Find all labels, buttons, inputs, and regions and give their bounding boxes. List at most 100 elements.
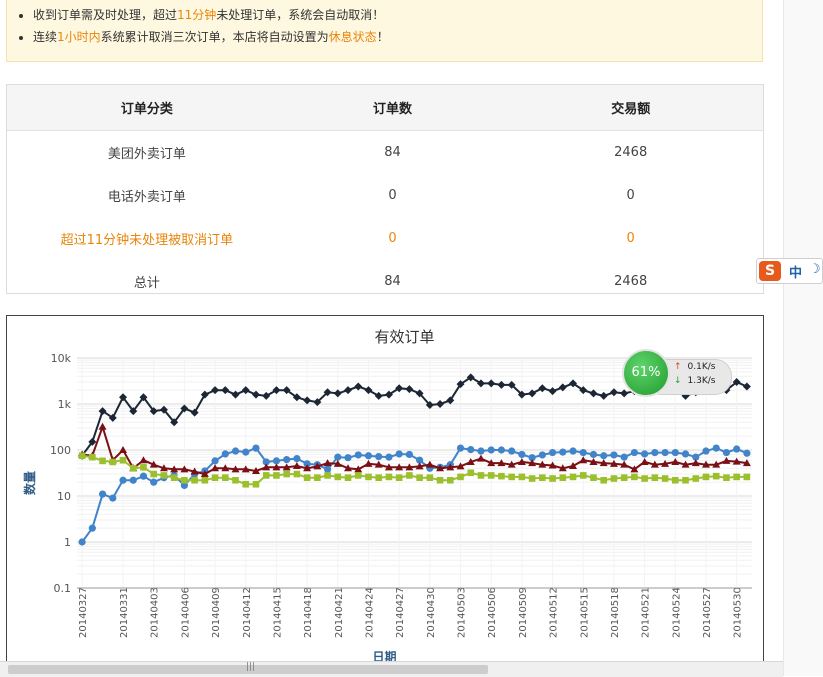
x-tick-label: 20140521	[641, 587, 652, 638]
x-tick-label: 20140515	[579, 587, 590, 638]
data-point	[139, 472, 148, 480]
data-point	[548, 387, 557, 396]
arrow-up-icon: ↑	[674, 362, 682, 372]
data-point	[88, 524, 96, 532]
data-point	[273, 472, 280, 479]
data-point	[743, 473, 751, 481]
data-point	[712, 444, 720, 452]
data-point	[211, 474, 219, 481]
data-point	[609, 388, 618, 397]
data-point	[200, 390, 209, 399]
data-point	[354, 451, 362, 459]
notice-line-timeout: 收到订单需及时处理，超过11分钟未处理订单，系统会自动取消！	[33, 4, 762, 26]
data-point	[539, 474, 546, 481]
x-tick-label: 20140430	[426, 587, 437, 638]
x-tick-label: 20140530	[733, 587, 744, 638]
horizontal-scrollbar[interactable]: |||	[0, 661, 783, 677]
data-point	[365, 473, 372, 481]
x-tick-label: 20140403	[150, 587, 161, 638]
data-point	[78, 538, 86, 546]
data-point	[569, 473, 577, 481]
y-tick-label: 10k	[51, 352, 72, 365]
data-point	[98, 422, 107, 430]
data-point	[78, 452, 86, 460]
data-point	[262, 391, 271, 400]
x-tick-label: 20140406	[180, 587, 191, 638]
data-point	[651, 474, 659, 481]
data-point	[314, 474, 321, 481]
x-tick-label: 20140409	[211, 587, 222, 638]
cell-category: 总计	[133, 276, 160, 291]
data-point	[354, 472, 362, 479]
x-tick-label: 20140421	[334, 587, 345, 638]
data-point	[89, 453, 96, 461]
sogou-logo-icon: S	[759, 261, 781, 281]
data-point	[416, 474, 423, 481]
data-point	[262, 472, 270, 479]
data-point	[671, 448, 679, 457]
ime-mode-label[interactable]: 中	[789, 262, 802, 281]
data-point	[733, 473, 740, 481]
data-point	[743, 449, 751, 457]
data-point	[364, 386, 373, 395]
right-gutter	[783, 0, 823, 676]
y-tick-label: 1k	[58, 398, 72, 411]
network-monitor-widget[interactable]: 61% ↑ 0.1K/s ↓ 1.3K/s	[622, 349, 732, 397]
data-point	[579, 448, 587, 457]
cell-count: 0	[388, 231, 397, 246]
data-point	[620, 453, 628, 461]
data-point	[487, 379, 496, 388]
cell-category: 电话外卖订单	[107, 190, 186, 205]
data-point	[252, 480, 260, 488]
data-point	[375, 474, 383, 481]
data-point	[395, 450, 403, 458]
data-point	[723, 474, 730, 481]
data-point	[201, 476, 209, 484]
data-point	[241, 386, 250, 395]
data-point	[385, 453, 393, 461]
data-point	[283, 470, 290, 478]
data-point	[600, 476, 608, 484]
cell-count: 0	[388, 188, 397, 203]
x-tick-label: 20140527	[702, 587, 713, 638]
ime-toolbar[interactable]: S 中 ☽	[756, 258, 823, 284]
data-point	[231, 390, 240, 399]
data-point	[641, 475, 648, 482]
table-row: 超过11分钟未处理被取消订单 0 0	[7, 217, 763, 260]
data-point	[211, 386, 220, 395]
data-point	[334, 453, 342, 461]
data-point	[160, 472, 168, 479]
data-point	[640, 457, 649, 465]
data-point	[150, 470, 158, 478]
data-point	[323, 465, 332, 473]
data-point	[405, 450, 413, 459]
data-point	[518, 450, 526, 459]
data-point	[170, 474, 178, 481]
data-point	[579, 472, 587, 479]
data-point	[344, 454, 352, 462]
header-amount: 交易额	[498, 85, 763, 131]
data-point	[671, 476, 679, 484]
data-point	[682, 476, 689, 484]
moon-icon[interactable]: ☽	[809, 262, 821, 277]
data-point	[140, 464, 147, 471]
x-tick-label: 20140327	[78, 587, 89, 638]
x-tick-label: 20140503	[457, 587, 468, 638]
data-point	[590, 474, 597, 481]
data-point	[661, 475, 669, 482]
data-point	[293, 455, 301, 463]
data-point	[549, 475, 556, 482]
x-tick-label: 20140412	[242, 587, 253, 638]
data-point	[497, 446, 506, 454]
x-tick-label: 20140331	[119, 587, 130, 638]
y-tick-label: 100	[50, 444, 71, 457]
data-point	[436, 400, 445, 408]
data-point	[559, 474, 567, 481]
data-point	[599, 391, 608, 400]
data-point	[395, 474, 403, 481]
order-summary-table: 订单分类 订单数 交易额 美团外卖订单 84 2468 电话外卖订单 0 0 超…	[6, 84, 764, 294]
table-row: 电话外卖订单 0 0	[7, 174, 763, 217]
x-tick-label: 20140524	[671, 587, 682, 638]
network-usage-gauge[interactable]: 61%	[622, 349, 670, 397]
data-point	[252, 444, 260, 452]
